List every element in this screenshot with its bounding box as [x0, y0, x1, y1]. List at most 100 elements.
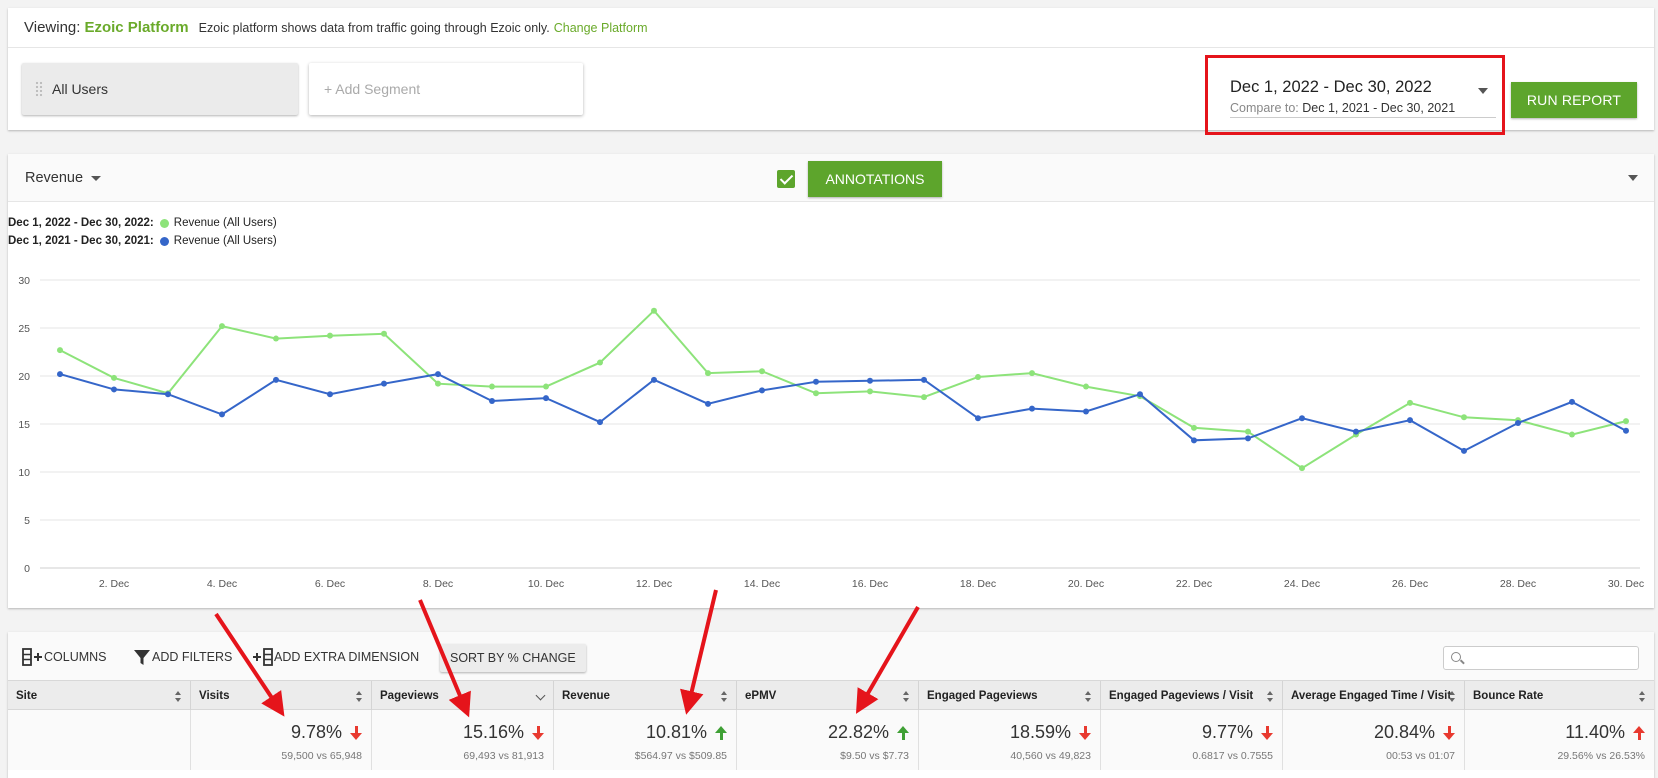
cell-engaged-pageviews: 18.59% 40,560 vs 49,823 [919, 710, 1101, 770]
data-point [111, 374, 117, 381]
cell-pageviews: 15.16% 69,493 vs 81,913 [372, 710, 554, 770]
x-tick-label: 2. Dec [99, 578, 129, 590]
filters-label: ADD FILTERS [152, 650, 233, 664]
header-label: Visits [199, 690, 230, 702]
compare-values: 0.6817 vs 0.7555 [1192, 750, 1273, 762]
arrow-down-icon [1079, 725, 1091, 740]
data-point [1569, 431, 1575, 438]
data-point [1083, 383, 1089, 390]
sort-icon[interactable] [1449, 691, 1456, 702]
change-pct: 18.59% [1009, 722, 1071, 742]
column-header-bounce-rate[interactable]: Bounce Rate [1465, 681, 1654, 711]
column-header-pageviews[interactable]: Pageviews [372, 681, 554, 711]
data-point [813, 378, 819, 385]
data-point [381, 330, 387, 337]
data-point [1137, 391, 1143, 398]
sort-icon[interactable] [1085, 691, 1092, 702]
arrow-down-icon [1261, 725, 1273, 740]
data-point [813, 390, 819, 397]
cell-revenue: 10.81% $564.97 vs $509.85 [554, 710, 737, 770]
search-icon [1451, 652, 1461, 662]
sort-icon[interactable] [1639, 691, 1646, 702]
revenue-line-chart: 0 5 10 15 20 25 30 2. Dec 4. Dec 6. Dec 8. Dec 10. … [18, 275, 1644, 590]
data-point [1245, 428, 1251, 435]
x-tick-label: 8. Dec [423, 578, 453, 590]
sort-icon[interactable] [1267, 691, 1274, 702]
add-dimension-button[interactable]: ADD EXTRA DIMENSION [252, 645, 419, 669]
data-point [597, 359, 603, 366]
data-point [1407, 417, 1413, 424]
y-tick-label: 20 [18, 371, 30, 383]
data-point [165, 391, 171, 398]
data-point [975, 415, 981, 422]
arrow-down-icon [350, 725, 362, 740]
header-label: Average Engaged Time / Visit [1291, 690, 1452, 702]
data-point [435, 371, 441, 378]
column-header-avg-engaged-time[interactable]: Average Engaged Time / Visit [1283, 681, 1465, 711]
data-point [435, 380, 441, 387]
data-point [219, 323, 225, 330]
compare-values: $9.50 vs $7.73 [840, 750, 909, 762]
column-header-epmv[interactable]: ePMV [737, 681, 919, 711]
cell-bounce-rate: 11.40% 29.56% vs 26.53% [1465, 710, 1654, 770]
cell-visits: 9.78% 59,500 vs 65,948 [191, 710, 372, 770]
header-label: Bounce Rate [1473, 690, 1544, 702]
sort-icon[interactable] [903, 691, 910, 702]
change-pct: 9.77% [1201, 722, 1253, 742]
sort-icon[interactable] [356, 691, 363, 702]
data-point [489, 397, 495, 404]
column-header-visits[interactable]: Visits [191, 681, 372, 711]
data-point [1191, 437, 1197, 444]
data-point [219, 411, 225, 418]
column-header-engaged-pageviews-per-visit[interactable]: Engaged Pageviews / Visit [1101, 681, 1283, 711]
filter-icon [134, 650, 150, 665]
data-point [57, 371, 63, 378]
x-tick-label: 22. Dec [1176, 578, 1212, 590]
header-label: ePMV [745, 690, 777, 702]
x-tick-label: 12. Dec [636, 578, 672, 590]
data-point [1245, 435, 1251, 442]
change-pct: 9.78% [290, 722, 342, 742]
header-label: Revenue [562, 690, 610, 702]
change-pct: 22.82% [827, 722, 889, 742]
data-point [651, 376, 657, 383]
data-point [867, 377, 873, 384]
compare-values: $564.97 vs $509.85 [634, 750, 727, 762]
sort-by-change-button[interactable]: SORT BY % CHANGE [440, 644, 586, 672]
sort-icon[interactable] [175, 691, 182, 702]
header-label: Pageviews [380, 690, 439, 702]
x-tick-label: 18. Dec [960, 578, 996, 590]
change-pct: 20.84% [1373, 722, 1435, 742]
sort-icon[interactable] [721, 691, 728, 702]
data-point [1191, 424, 1197, 431]
data-point [705, 370, 711, 377]
header-label: Site [16, 690, 38, 702]
column-header-engaged-pageviews[interactable]: Engaged Pageviews [919, 681, 1101, 711]
data-point [381, 380, 387, 387]
header-label: Engaged Pageviews / Visit [1109, 690, 1254, 702]
column-header-revenue[interactable]: Revenue [554, 681, 737, 711]
x-tick-label: 24. Dec [1284, 578, 1320, 590]
columns-button[interactable]: COLUMNS [22, 645, 107, 669]
dimension-label: ADD EXTRA DIMENSION [274, 650, 420, 664]
x-tick-label: 6. Dec [315, 578, 345, 590]
column-header-site[interactable]: Site [8, 681, 191, 711]
table-row[interactable]: 9.78% 59,500 vs 65,948 15.16% 69,493 vs … [8, 710, 1654, 770]
data-point [327, 391, 333, 398]
cell-avg-engaged-time: 20.84% 00:53 vs 01:07 [1283, 710, 1465, 770]
data-point [1353, 428, 1359, 435]
x-tick-label: 10. Dec [528, 578, 564, 590]
series-line-2 [59, 373, 1627, 453]
add-dimension-icon [253, 648, 273, 666]
data-point [759, 368, 765, 375]
cell-epmv: 22.82% $9.50 vs $7.73 [737, 710, 919, 770]
arrow-up-icon [1633, 725, 1645, 740]
sort-desc-icon[interactable] [535, 690, 546, 701]
y-tick-label: 15 [18, 419, 30, 431]
data-point [1461, 414, 1467, 421]
table-search-input[interactable] [1443, 646, 1639, 670]
data-point [975, 373, 981, 380]
table-card: COLUMNS ADD FILTERS ADD EXTRA DIMENSION … [8, 632, 1654, 778]
add-filters-button[interactable]: ADD FILTERS [132, 645, 232, 669]
data-point [705, 400, 711, 407]
